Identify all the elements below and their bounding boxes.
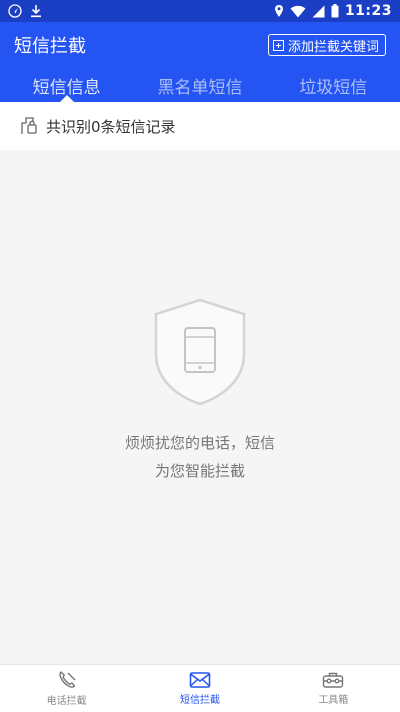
phone-blocked-icon	[59, 671, 76, 688]
tab-label: 短信信息	[32, 77, 101, 98]
tab-bar: 短信信息 黑名单短信 垃圾短信	[0, 68, 400, 102]
add-keyword-label: 添加拦截关键词	[287, 39, 379, 55]
tab-label: 垃圾短信	[299, 77, 368, 98]
shield-phone-icon	[154, 298, 246, 406]
battery-icon	[331, 4, 339, 18]
add-keyword-button[interactable]: 添加拦截关键词	[267, 34, 386, 56]
download-icon	[31, 5, 41, 18]
nav-item-call-block[interactable]: 电话拦截	[0, 665, 133, 712]
record-summary-text: 共识别0条短信记录	[46, 117, 176, 136]
tab-blacklist-sms[interactable]: 黑名单短信	[133, 68, 266, 102]
bottom-nav: 电话拦截 短信拦截 工具箱	[0, 664, 400, 712]
record-summary-row: 共识别0条短信记录	[0, 102, 400, 150]
nav-label: 工具箱	[318, 695, 349, 706]
envelope-icon	[189, 672, 211, 688]
page-title: 短信拦截	[14, 36, 86, 57]
lock-record-icon	[21, 117, 37, 134]
status-time: 11:23	[344, 3, 392, 19]
toolbox-icon	[323, 672, 344, 688]
empty-state: 烦烦扰您的电话，短信 为您智能拦截	[0, 150, 400, 664]
tab-sms-info[interactable]: 短信信息	[0, 68, 133, 102]
location-icon	[274, 5, 283, 17]
nav-label: 电话拦截	[46, 696, 87, 707]
active-tab-indicator	[59, 95, 74, 102]
signal-icon	[312, 5, 325, 17]
status-notifications	[8, 4, 42, 18]
tab-label: 黑名单短信	[157, 77, 243, 98]
nav-item-toolbox[interactable]: 工具箱	[267, 665, 400, 712]
status-system: 11:23	[274, 3, 392, 19]
tab-spam-sms[interactable]: 垃圾短信	[267, 68, 400, 102]
app-bar: 短信拦截 添加拦截关键词	[0, 22, 400, 68]
status-bar: 11:23	[0, 0, 400, 22]
empty-message-line2: 为您智能拦截	[154, 462, 245, 480]
wifi-icon	[290, 5, 306, 17]
nav-item-sms-block[interactable]: 短信拦截	[133, 665, 266, 712]
nav-label: 短信拦截	[179, 695, 220, 706]
add-icon	[272, 39, 284, 51]
navigation-icon	[8, 4, 22, 18]
empty-message-line1: 烦烦扰您的电话，短信	[124, 434, 275, 452]
